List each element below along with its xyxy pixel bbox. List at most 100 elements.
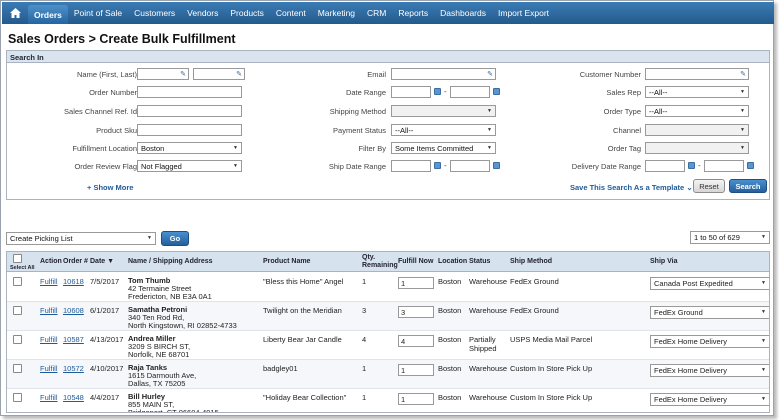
fulfill-now-input[interactable]: 4	[398, 335, 434, 347]
table-row: Fulfill 10608 6/1/2017 Samatha Petroni 340 T…	[7, 302, 769, 331]
picker-icon[interactable]: ✎	[740, 70, 746, 78]
nav-dashboards[interactable]: Dashboards	[434, 2, 492, 24]
name-label: Name (First, Last)	[76, 70, 137, 79]
home-icon[interactable]	[2, 2, 28, 24]
order-number-link[interactable]: 10608	[63, 306, 84, 315]
ship-via-select[interactable]: Canada Post Expedited	[650, 277, 769, 290]
date-to-input[interactable]	[450, 86, 490, 98]
qty-remaining: 4	[362, 335, 367, 344]
fulfill-link[interactable]: Fulfill	[40, 306, 58, 315]
app-window: Orders Point of Sale Customers Vendors P…	[0, 0, 774, 416]
email-input[interactable]: ✎	[391, 68, 496, 80]
date-from-input[interactable]	[391, 86, 431, 98]
last-name-input[interactable]: ✎	[193, 68, 245, 80]
delivery-date-from-input[interactable]	[645, 160, 685, 172]
ship-via-select[interactable]: FedEx Home Delivery	[650, 393, 769, 406]
ship-via-select[interactable]: FedEx Ground	[650, 306, 769, 319]
search-button[interactable]: Search	[729, 179, 767, 193]
calendar-icon[interactable]	[493, 88, 500, 95]
col-ship-method: Ship Method	[510, 258, 552, 265]
fulfill-now-input[interactable]: 3	[398, 306, 434, 318]
customer-number-input[interactable]: ✎	[645, 68, 749, 80]
fulfill-now-input[interactable]: 1	[398, 393, 434, 405]
nav-reports[interactable]: Reports	[392, 2, 434, 24]
filter-by-label: Filter By	[358, 144, 386, 153]
ship-date-from-input[interactable]	[391, 160, 431, 172]
bulk-action-select[interactable]: Create Picking List	[6, 232, 156, 245]
order-number-link[interactable]: 10587	[63, 335, 84, 344]
product-name: "Holiday Bear Collection"	[263, 393, 347, 402]
email-label: Email	[367, 70, 386, 79]
order-tag-select[interactable]	[645, 142, 749, 154]
order-number-link[interactable]: 10548	[63, 393, 84, 402]
calendar-icon[interactable]	[688, 162, 695, 169]
col-action: Action	[40, 258, 62, 265]
order-date: 4/10/2017	[90, 364, 124, 373]
sales-rep-select[interactable]: --All--	[645, 86, 749, 98]
qty-remaining: 1	[362, 277, 367, 286]
table-header: Select All Action Order # Date ▼ Name / …	[7, 252, 769, 272]
payment-status-select[interactable]: --All--	[391, 124, 496, 136]
col-name-address[interactable]: Name / Shipping Address	[128, 258, 213, 266]
go-button[interactable]: Go	[161, 231, 189, 246]
picker-icon[interactable]: ✎	[180, 70, 186, 78]
nav-products[interactable]: Products	[224, 2, 270, 24]
nav-crm[interactable]: CRM	[361, 2, 392, 24]
row-checkbox[interactable]	[13, 277, 22, 286]
shipping-method-select[interactable]	[391, 105, 496, 117]
save-search-template-link[interactable]: Save This Search As a Template ⌄	[570, 183, 693, 192]
order-number-link[interactable]: 10572	[63, 364, 84, 373]
row-checkbox[interactable]	[13, 393, 22, 402]
sales-channel-ref-input[interactable]	[137, 105, 242, 117]
row-checkbox[interactable]	[13, 335, 22, 344]
calendar-icon[interactable]	[493, 162, 500, 169]
col-location: Location	[438, 258, 468, 265]
nav-vendors[interactable]: Vendors	[181, 2, 224, 24]
order-number-link[interactable]: 10618	[63, 277, 84, 286]
fulfill-now-input[interactable]: 1	[398, 277, 434, 289]
fulfill-link[interactable]: Fulfill	[40, 277, 58, 286]
filter-by-select[interactable]: Some Items Committed	[391, 142, 496, 154]
picker-icon[interactable]: ✎	[236, 70, 242, 78]
ship-via-select[interactable]: FedEx Home Delivery	[650, 335, 769, 348]
calendar-icon[interactable]	[434, 88, 441, 95]
ship-date-to-input[interactable]	[450, 160, 490, 172]
order-type-select[interactable]: --All--	[645, 105, 749, 117]
page-title: Sales Orders > Create Bulk Fulfillment	[8, 32, 236, 46]
row-checkbox[interactable]	[13, 306, 22, 315]
ship-via-select[interactable]: FedEx Home Delivery	[650, 364, 769, 377]
product-sku-input[interactable]	[137, 124, 242, 136]
fulfill-link[interactable]: Fulfill	[40, 335, 58, 344]
calendar-icon[interactable]	[434, 162, 441, 169]
order-date: 6/1/2017	[90, 306, 120, 315]
nav-content[interactable]: Content	[270, 2, 312, 24]
fulfill-link[interactable]: Fulfill	[40, 393, 58, 402]
select-all-checkbox[interactable]	[13, 254, 22, 263]
fulfill-link[interactable]: Fulfill	[40, 364, 58, 373]
col-order[interactable]: Order #	[63, 258, 88, 266]
show-more-link[interactable]: + Show More	[87, 183, 133, 192]
fulfill-now-input[interactable]: 1	[398, 364, 434, 376]
col-date[interactable]: Date ▼	[90, 258, 114, 266]
first-name-input[interactable]: ✎	[137, 68, 189, 80]
order-date: 4/13/2017	[90, 335, 124, 344]
nav-import-export[interactable]: Import Export	[492, 2, 555, 24]
picker-icon[interactable]: ✎	[487, 70, 493, 78]
nav-marketing[interactable]: Marketing	[312, 2, 361, 24]
calendar-icon[interactable]	[747, 162, 754, 169]
nav-point-of-sale[interactable]: Point of Sale	[68, 2, 128, 24]
row-checkbox[interactable]	[13, 364, 22, 373]
ship-date-dash: -	[444, 161, 447, 170]
order-review-flag-select[interactable]: Not Flagged	[137, 160, 242, 172]
address-line-2: Bridgeport, CT 06604-4915	[128, 408, 219, 413]
product-name: "Bless this Home" Angel	[263, 277, 344, 286]
order-number-input[interactable]	[137, 86, 242, 98]
reset-button[interactable]: Reset	[693, 179, 725, 193]
delivery-date-to-input[interactable]	[704, 160, 744, 172]
fulfillment-location-select[interactable]: Boston	[137, 142, 242, 154]
col-product[interactable]: Product Name	[263, 258, 310, 266]
pagination-select[interactable]: 1 to 50 of 629	[690, 231, 770, 244]
nav-customers[interactable]: Customers	[128, 2, 181, 24]
nav-orders[interactable]: Orders	[28, 5, 68, 24]
channel-select[interactable]	[645, 124, 749, 136]
